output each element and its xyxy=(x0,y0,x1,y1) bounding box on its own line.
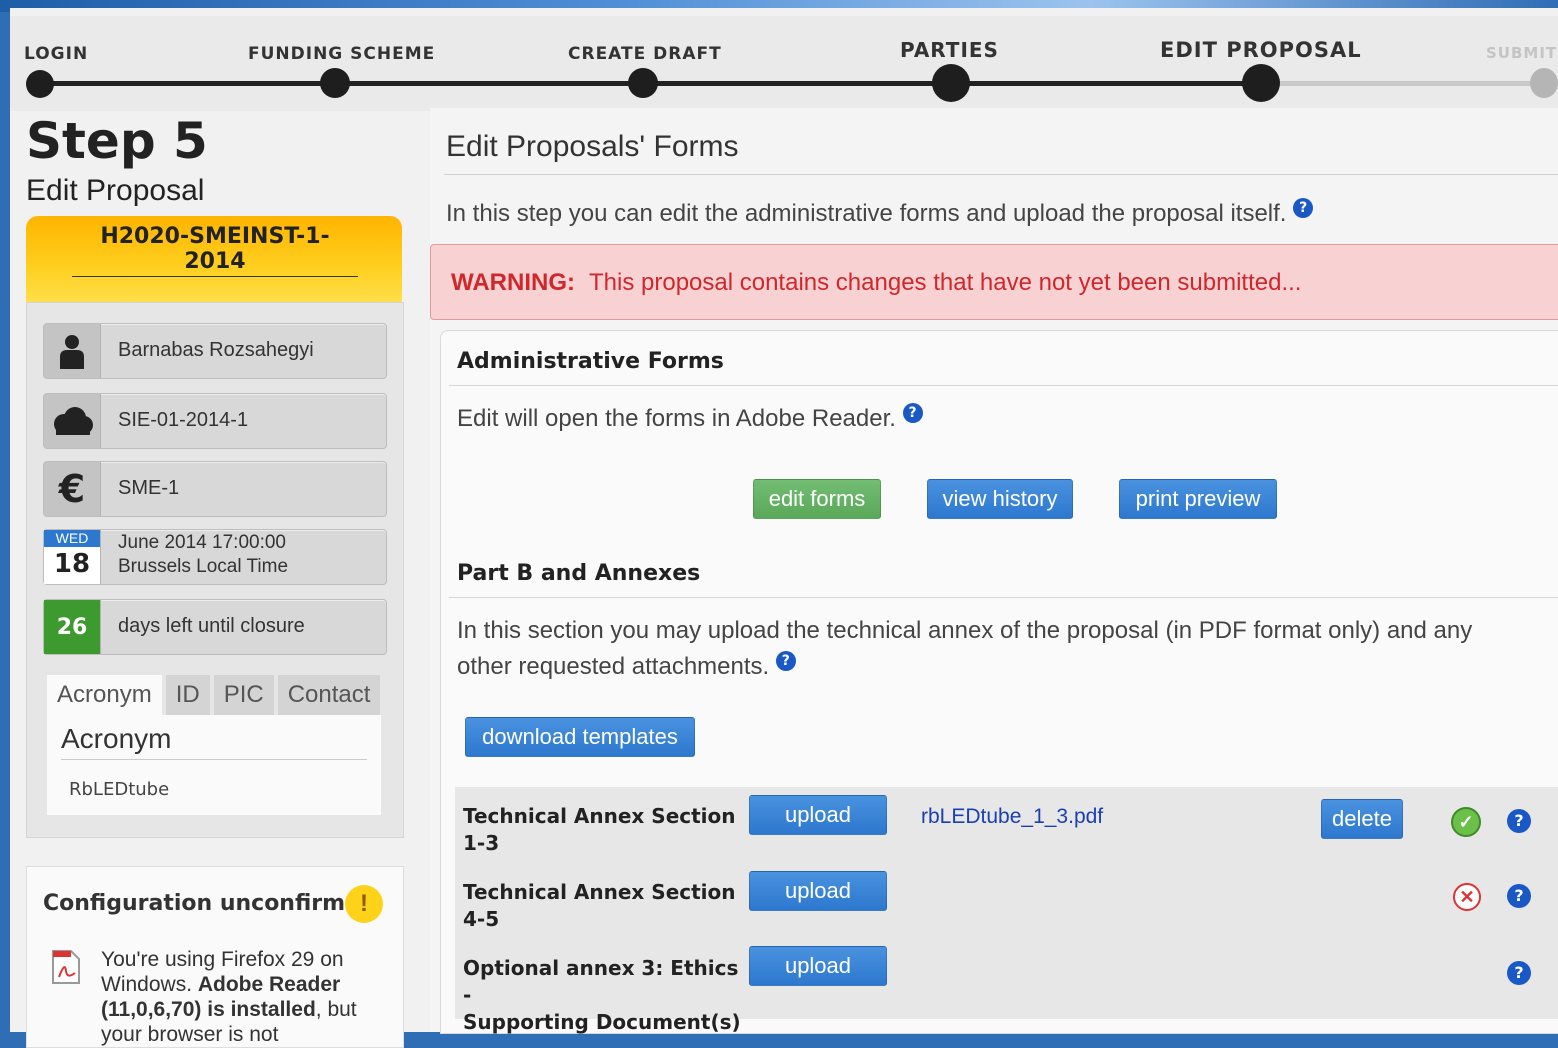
step-draft-dot[interactable] xyxy=(628,68,658,98)
partb-heading: Part B and Annexes xyxy=(457,561,701,586)
step-edit-proposal-dot[interactable] xyxy=(1242,64,1280,102)
admin-divider xyxy=(449,385,1558,386)
countdown-item: 26 days left until closure xyxy=(43,599,387,655)
main-content: Edit Proposals' Forms In this step you c… xyxy=(430,108,1558,1034)
coordinator-name: Barnabas Rozsahegyi xyxy=(118,339,314,361)
uploaded-file-link[interactable]: rbLEDtube_1_3.pdf xyxy=(921,805,1103,829)
tab-id[interactable]: ID xyxy=(165,675,210,715)
admin-forms-heading: Administrative Forms xyxy=(457,349,724,374)
partb-text: In this section you may upload the techn… xyxy=(457,613,1557,685)
step-funding-dot[interactable] xyxy=(320,68,350,98)
acronym-value: RbLEDtube xyxy=(69,779,170,800)
proposal-tabs: Acronym ID PIC Contact xyxy=(47,675,384,715)
calendar-day-number: 18 xyxy=(53,549,91,579)
step-login-label: LOGIN xyxy=(24,44,89,64)
forms-panel: Administrative Forms Edit will open the … xyxy=(440,330,1558,1034)
topic-item: SIE-01-2014-1 xyxy=(43,393,387,449)
annex-label-line1: Technical Annex Section xyxy=(463,804,736,828)
tab-acronym[interactable]: Acronym xyxy=(47,675,162,715)
type-of-action-item: € SME-1 xyxy=(43,461,387,517)
annex-label-line1: Optional annex 3: Ethics - xyxy=(463,956,739,1007)
tab-contact[interactable]: Contact xyxy=(277,675,381,715)
person-icon xyxy=(44,324,101,378)
pdf-icon xyxy=(51,949,81,990)
deadline-item: WED 18 June 2014 17:00:00 Brussels Local… xyxy=(43,529,387,585)
deadline-timezone: Brussels Local Time xyxy=(118,556,289,577)
cloud-icon xyxy=(44,394,101,448)
upload-button-ethics[interactable]: upload xyxy=(749,946,887,986)
proposal-info-panel: Barnabas Rozsahegyi SIE-01-2014-1 € SME-… xyxy=(26,302,404,838)
annex-label-line2: Supporting Document(s) xyxy=(463,1010,741,1034)
step-funding-label: FUNDING SCHEME xyxy=(248,44,436,64)
download-templates-button[interactable]: download templates xyxy=(465,717,695,757)
help-icon[interactable]: ? xyxy=(775,651,796,671)
annex-label-1-3: Technical Annex Section 1-3 xyxy=(463,803,743,857)
help-icon[interactable]: ? xyxy=(1507,884,1531,908)
step-subtitle: Edit Proposal xyxy=(26,174,205,207)
calendar-icon: WED 18 xyxy=(44,530,101,584)
partb-text-line2: other requested attachments. xyxy=(457,653,770,680)
calendar-day-name: WED xyxy=(44,530,100,547)
countdown-icon: 26 xyxy=(44,600,101,654)
admin-forms-text: Edit will open the forms in Adobe Reader… xyxy=(457,401,923,437)
step-parties-dot[interactable] xyxy=(932,64,970,102)
page-title: Edit Proposals' Forms xyxy=(446,130,739,163)
step-title: Step 5 xyxy=(26,112,208,170)
coordinator-item: Barnabas Rozsahegyi xyxy=(43,323,387,379)
status-ok-icon: ✓ xyxy=(1451,807,1481,837)
warning-message: This proposal contains changes that have… xyxy=(589,269,1302,296)
status-missing-icon: ✕ xyxy=(1453,883,1481,911)
help-icon[interactable]: ? xyxy=(1293,198,1314,218)
intro-text: In this step you can edit the administra… xyxy=(446,198,1314,228)
partb-text-line1: In this section you may upload the techn… xyxy=(457,617,1473,644)
edit-forms-button[interactable]: edit forms xyxy=(753,479,881,519)
days-left-text: days left until closure xyxy=(118,615,305,637)
app-frame: LOGIN FUNDING SCHEME CREATE DRAFT PARTIE… xyxy=(10,8,1558,1048)
step-submit-label: SUBMIT xyxy=(1486,44,1558,62)
delete-button[interactable]: delete xyxy=(1321,799,1403,839)
days-left-count: 26 xyxy=(56,614,88,640)
acronym-tab-pane: Acronym RbLEDtube xyxy=(47,715,381,815)
config-heading: Configuration unconfirmed xyxy=(43,891,376,916)
annex-label-line2: 4-5 xyxy=(463,907,500,931)
topic-code: SIE-01-2014-1 xyxy=(118,409,249,431)
annex-label-ethics: Optional annex 3: Ethics - Supporting Do… xyxy=(463,955,743,1036)
acronym-heading: Acronym xyxy=(61,723,367,760)
annex-list: Technical Annex Section 1-3 upload rbLED… xyxy=(455,787,1558,1034)
warning-label: WARNING: xyxy=(451,269,575,296)
warning-banner: WARNING: This proposal contains changes … xyxy=(430,244,1558,320)
warning-icon: ! xyxy=(345,885,383,923)
help-icon[interactable]: ? xyxy=(1507,961,1531,985)
annex-label-4-5: Technical Annex Section 4-5 xyxy=(463,879,743,933)
progress-line-remaining xyxy=(1272,81,1552,86)
annex-label-line2: 1-3 xyxy=(463,831,500,855)
annex-label-line1: Technical Annex Section xyxy=(463,880,736,904)
view-history-button[interactable]: view history xyxy=(927,479,1073,519)
print-preview-button[interactable]: print preview xyxy=(1119,479,1277,519)
step-submit-dot xyxy=(1530,68,1558,98)
help-icon[interactable]: ? xyxy=(902,403,923,423)
sidebar: Step 5 Edit Proposal H2020-SMEINST-1-201… xyxy=(24,108,419,1048)
type-of-action: SME-1 xyxy=(118,477,180,499)
tab-pic[interactable]: PIC xyxy=(213,675,274,715)
deadline-date: June 2014 17:00:00 xyxy=(118,532,286,553)
config-message: You're using Firefox 29 on Windows. Adob… xyxy=(101,947,391,1047)
step-edit-proposal-label: EDIT PROPOSAL xyxy=(1160,38,1362,62)
call-id: H2020-SMEINST-1-2014 xyxy=(72,224,358,277)
upload-button-1-3[interactable]: upload xyxy=(749,795,887,835)
step-draft-label: CREATE DRAFT xyxy=(568,44,722,64)
admin-forms-message: Edit will open the forms in Adobe Reader… xyxy=(457,405,896,432)
call-identifier-box: H2020-SMEINST-1-2014 xyxy=(26,216,402,302)
euro-icon: € xyxy=(44,462,101,516)
help-icon[interactable]: ? xyxy=(1507,809,1531,833)
intro-message: In this step you can edit the administra… xyxy=(446,200,1287,227)
configuration-box: Configuration unconfirmed ! You're using… xyxy=(26,866,404,1048)
title-divider xyxy=(444,174,1558,175)
partb-divider xyxy=(449,597,1558,598)
wizard-progress: LOGIN FUNDING SCHEME CREATE DRAFT PARTIE… xyxy=(10,16,1558,111)
step-login-dot[interactable] xyxy=(26,70,54,98)
step-parties-label: PARTIES xyxy=(900,38,999,62)
upload-button-4-5[interactable]: upload xyxy=(749,871,887,911)
